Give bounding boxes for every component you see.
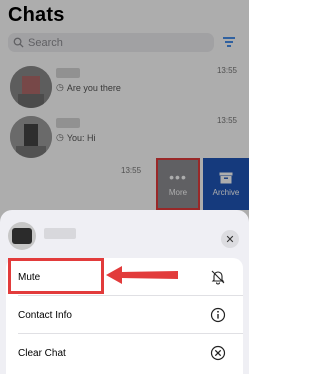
pointer-arrow-icon (106, 266, 178, 284)
contact-name-redacted (44, 228, 76, 239)
clear-circle-icon (210, 345, 226, 361)
sheet-header: ✕ (0, 210, 249, 250)
muted-bell-icon (211, 270, 225, 285)
clear-chat-option[interactable]: Clear Chat (6, 334, 243, 372)
option-label: Clear Chat (18, 347, 66, 359)
info-icon (210, 307, 226, 323)
close-icon: ✕ (225, 233, 235, 246)
avatar (8, 222, 36, 250)
close-button[interactable]: ✕ (221, 230, 239, 248)
mute-highlight-box (8, 258, 104, 294)
chat-actions-sheet: ✕ Mute Contact Info Clear Chat (0, 210, 249, 374)
option-label: Contact Info (18, 309, 72, 321)
contact-info-option[interactable]: Contact Info (6, 296, 243, 334)
